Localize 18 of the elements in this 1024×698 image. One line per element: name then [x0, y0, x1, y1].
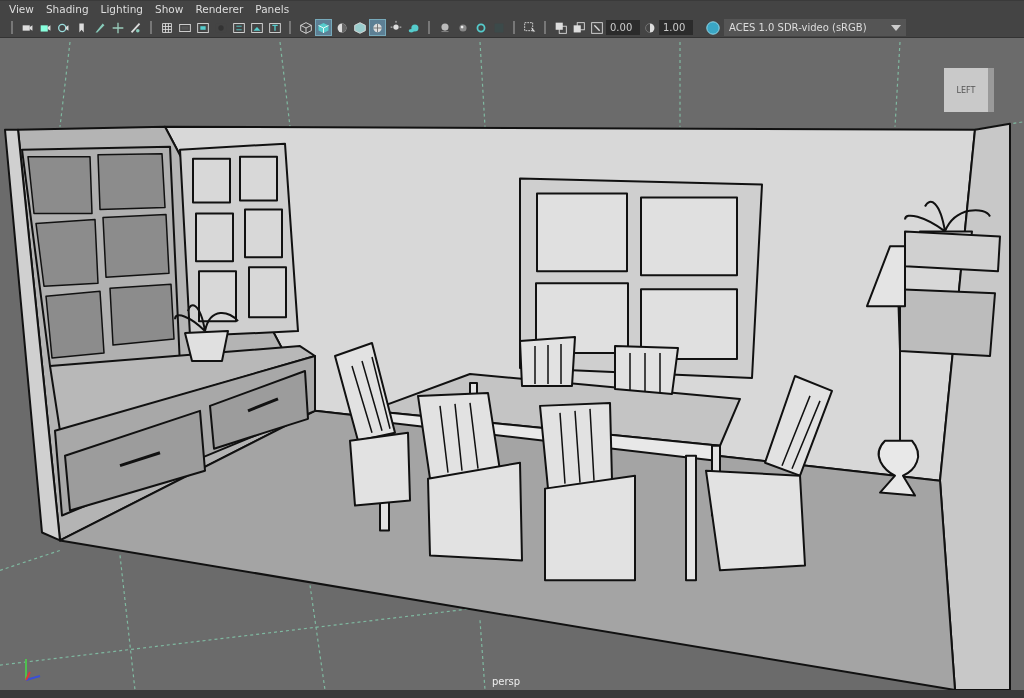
menu-item[interactable]: View [3, 2, 40, 17]
camera-name: persp [492, 676, 521, 687]
menu-item[interactable]: Panels [249, 2, 296, 17]
gamma-field[interactable]: 1.00 [659, 20, 693, 35]
menu-item[interactable]: Shading [39, 2, 95, 17]
caret-icon [891, 24, 901, 31]
wireframe-cube-icon[interactable] [297, 19, 314, 36]
viewport[interactable]: LEFT persp [0, 38, 1024, 690]
arrow-box-icon[interactable] [588, 19, 605, 36]
shaded-cube-icon[interactable] [315, 19, 332, 36]
view-cube[interactable]: LEFT [944, 68, 994, 112]
color-space-dropdown[interactable]: ACES 1.0 SDR-video (sRGB) [724, 19, 906, 36]
view-cube-label: LEFT [956, 85, 976, 95]
menu-item[interactable]: Lighting [94, 2, 150, 17]
checker-sphere-icon[interactable] [369, 19, 386, 36]
menu-item[interactable]: Renderer [189, 2, 250, 17]
exposure-field[interactable]: 0.00 [606, 20, 640, 35]
menu-item[interactable]: Show [149, 2, 190, 17]
